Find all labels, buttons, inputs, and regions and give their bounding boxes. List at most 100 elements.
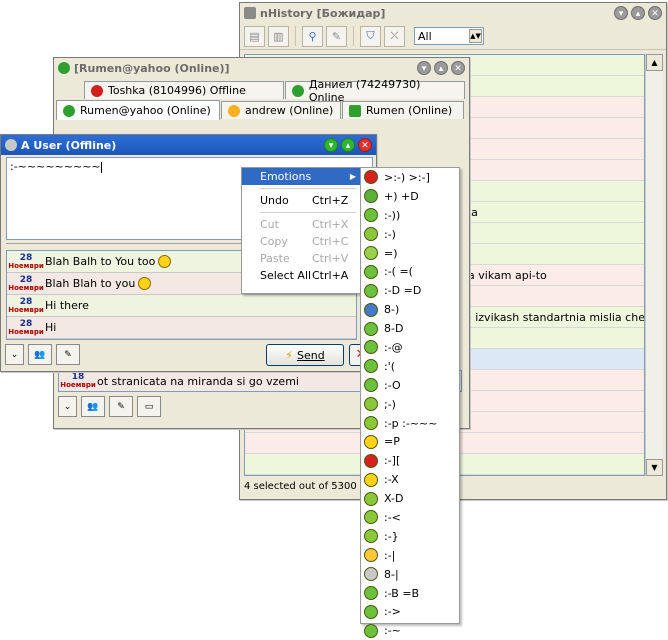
message-text: Hi there (45, 299, 89, 312)
status-online-icon (349, 104, 361, 117)
emotion-item[interactable]: :-)) (361, 206, 459, 225)
user-offline-icon (5, 139, 17, 151)
emotions-submenu: >:-) >:-] +) +D:-)):-) =):-( =(:-D =D 8-) 8-… (360, 167, 460, 638)
submenu-arrow-icon: ▶ (349, 172, 356, 181)
emotion-code: :-p :-~~~ (384, 416, 438, 430)
emoticon-icon (364, 264, 378, 279)
toolbar-divider (295, 26, 296, 46)
emotion-code: :-~ (384, 624, 401, 638)
emotion-item[interactable]: :-][ (361, 451, 459, 470)
emotion-item[interactable]: :-} (361, 527, 459, 546)
emoticon-icon (364, 189, 378, 204)
emotion-code: =) (384, 246, 398, 260)
emotion-item[interactable]: :-~ (361, 621, 459, 640)
maximize-icon[interactable]: ▴ (434, 61, 448, 75)
scroll-down-icon[interactable]: ▼ (646, 459, 663, 476)
tab-daniel[interactable]: Даниел (74249730) Online (285, 78, 465, 104)
menu-item-label: Select All (260, 269, 312, 282)
menu-item-select-all[interactable]: Select All Ctrl+A (242, 267, 360, 284)
emotion-item[interactable]: :-p :-~~~ (361, 414, 459, 433)
scroll-up-icon[interactable]: ▲ (646, 54, 663, 71)
find-icon[interactable]: ✎ (326, 25, 347, 47)
message-row: 28 Ноември Hi (7, 317, 356, 339)
emotion-item[interactable]: X-D (361, 489, 459, 508)
emotion-code: :'( (384, 359, 396, 373)
users-icon[interactable]: 👥 (28, 344, 52, 365)
dropdown-arrow-icon[interactable]: ▲▼ (469, 29, 482, 43)
menu-item-undo[interactable]: Undo Ctrl+Z (242, 192, 360, 209)
close-icon[interactable]: ✕ (358, 138, 372, 152)
emoticon-icon (364, 340, 378, 355)
emotion-item[interactable]: :-( =( (361, 262, 459, 281)
close-icon[interactable]: ✕ (648, 6, 662, 20)
emotion-item[interactable]: 8-) (361, 300, 459, 319)
emotion-code: =P (384, 435, 400, 449)
user-online-icon (58, 62, 70, 74)
emotion-item[interactable]: :-> (361, 602, 459, 621)
minimize-icon[interactable]: ▾ (614, 6, 628, 20)
filter-value: All (418, 29, 432, 43)
emotion-item[interactable]: 8-D (361, 319, 459, 338)
users-icon[interactable]: 👥 (81, 396, 105, 417)
history-icon[interactable]: ✎ (56, 344, 80, 365)
emotion-item[interactable]: :-B =B (361, 584, 459, 603)
message-text: Blah Blah to you (45, 277, 136, 290)
emotion-item[interactable]: =P (361, 432, 459, 451)
search-icon[interactable]: ⚲ (302, 25, 323, 47)
tab-rumen-yahoo[interactable]: Rumen@yahoo (Online) (56, 100, 220, 120)
menu-item-emotions[interactable]: Emotions ▶ (242, 168, 360, 185)
user-info-icon[interactable]: ▤ (244, 25, 265, 47)
chevron-down-icon[interactable]: ⌄ (5, 344, 24, 365)
emotion-item[interactable]: :-D =D (361, 281, 459, 300)
date-day: 18 (71, 372, 85, 382)
emotion-item[interactable]: :'( (361, 357, 459, 376)
chat1-titlebar[interactable]: A User (Offline) ▾ ▴ ✕ (1, 135, 376, 155)
tab-label: Даниел (74249730) Online (308, 77, 421, 104)
history-titlebar[interactable]: nHistory [Божидар] ▾ ▴ ✕ (240, 3, 666, 23)
send-button[interactable]: ⚡ Send (266, 344, 344, 366)
emotion-item[interactable]: :-@ (361, 338, 459, 357)
emotion-item[interactable]: :-O (361, 376, 459, 395)
history-scrollbar[interactable]: ▲ ▼ (645, 54, 663, 476)
minimize-icon[interactable]: ▾ (417, 61, 431, 75)
emotion-item[interactable]: ;-) (361, 395, 459, 414)
toolbar-divider (353, 26, 354, 46)
menu-item-shortcut: Ctrl+V (312, 252, 349, 265)
close-icon[interactable]: ✕ (451, 61, 465, 75)
maximize-icon[interactable]: ▴ (341, 138, 355, 152)
tab-rumen[interactable]: Rumen (Online) (342, 101, 464, 119)
filter-icon[interactable]: ⛉ (360, 25, 381, 47)
menu-item-paste: Paste Ctrl+V (242, 250, 360, 267)
emotion-item[interactable]: :-X (361, 470, 459, 489)
menu-item-label: Copy (260, 235, 288, 248)
emoticon-icon (364, 529, 378, 544)
emotion-item[interactable]: :-< (361, 508, 459, 527)
emotion-code: +) +D (384, 189, 419, 203)
emotion-item[interactable]: :-) (361, 225, 459, 244)
clear-filter-icon[interactable]: ⛌ (384, 25, 405, 47)
maximize-icon[interactable]: ▴ (631, 6, 645, 20)
emotion-item[interactable]: =) (361, 244, 459, 263)
emoticon-icon (364, 227, 378, 242)
context-menu: Emotions ▶ Undo Ctrl+Z Cut Ctrl+X Copy Ctrl+C Pa… (241, 167, 361, 294)
emotion-item[interactable]: 8-| (361, 565, 459, 584)
message-date: 18 Ноември (59, 372, 97, 390)
minimize-icon[interactable]: ▾ (324, 138, 338, 152)
date-month: Ноември (8, 283, 44, 292)
emoticon-icon (364, 378, 378, 393)
menu-item-label: Cut (260, 218, 279, 231)
emotion-item[interactable]: >:-) >:-] (361, 168, 459, 187)
tab-andrew[interactable]: andrew (Online) (221, 101, 341, 119)
chat2-titlebar[interactable]: [Rumen@yahoo (Online)] ▾ ▴ ✕ (54, 58, 469, 78)
chevron-down-icon[interactable]: ⌄ (58, 396, 77, 417)
send-message-icon[interactable]: ▥ (268, 25, 289, 47)
message-text: ot stranicata na miranda si go vzemi (97, 374, 299, 388)
emotion-item[interactable]: :-| (361, 546, 459, 565)
tab-toshka[interactable]: Toshka (8104996) Offline (84, 81, 284, 99)
emoticon-icon (364, 397, 378, 412)
emotion-item[interactable]: +) +D (361, 187, 459, 206)
window-icon[interactable]: ▭ (137, 396, 161, 417)
history-icon[interactable]: ✎ (109, 396, 133, 417)
message-text: Blah Balh to You too (45, 255, 156, 268)
filter-select[interactable]: All ▲▼ (414, 27, 484, 45)
